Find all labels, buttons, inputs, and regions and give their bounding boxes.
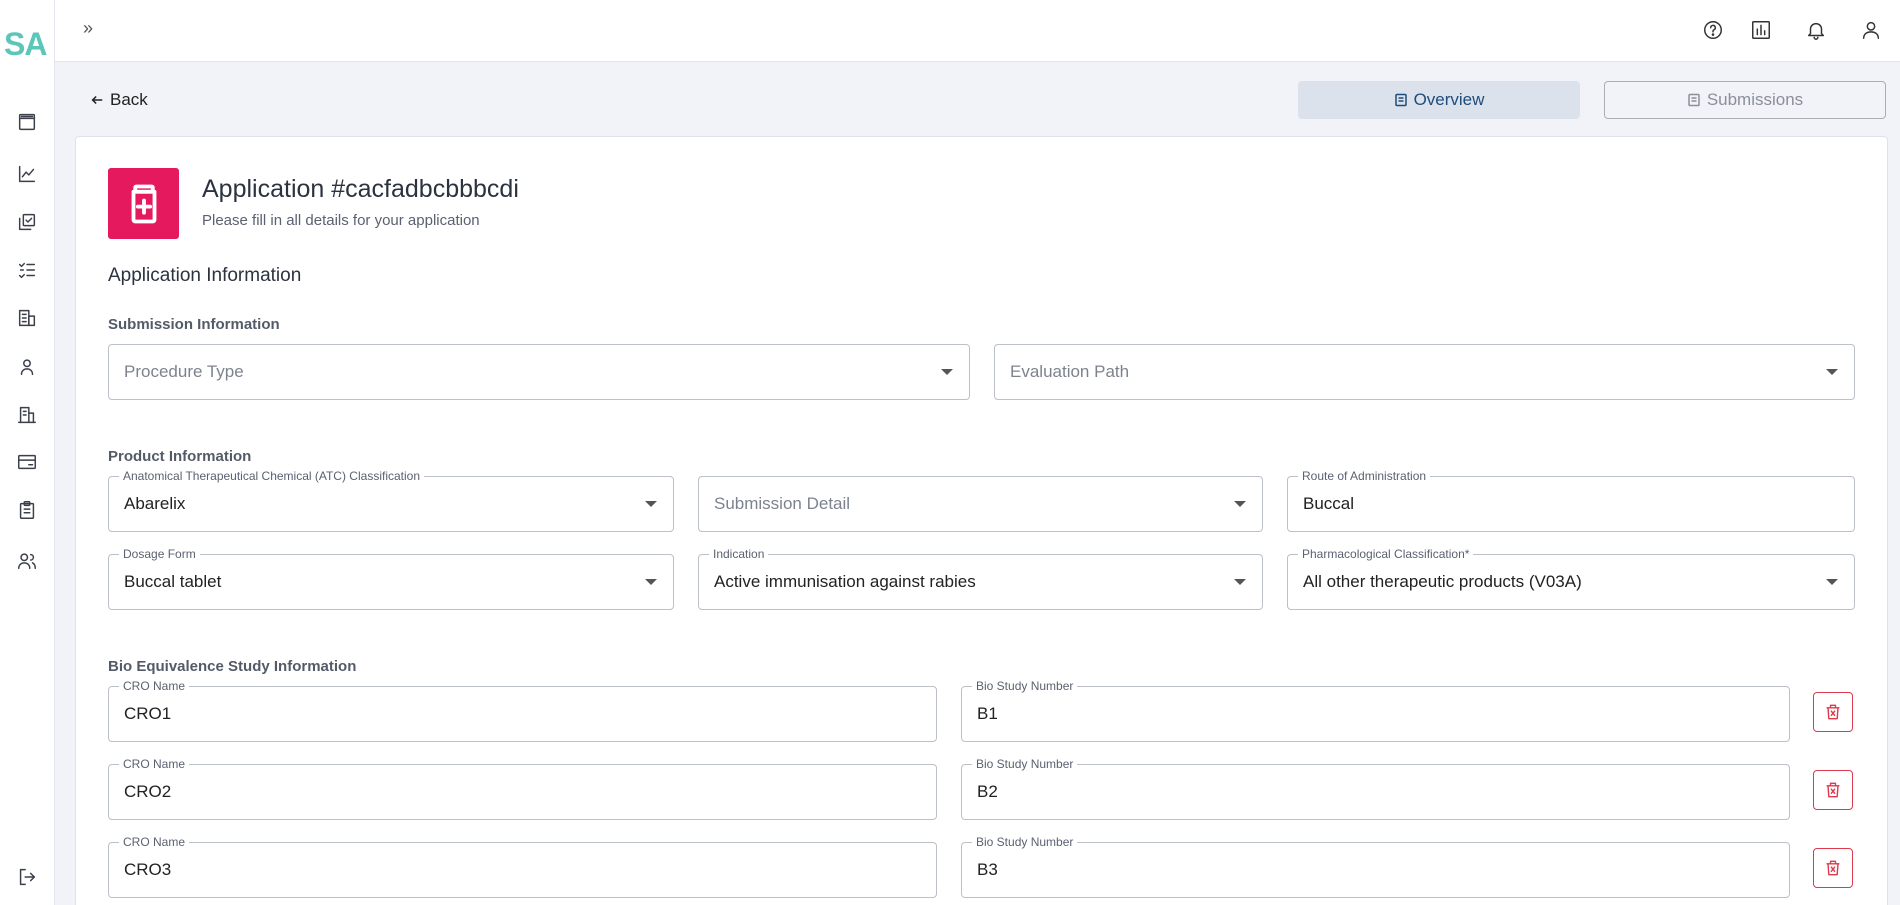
atc-classification-select[interactable]: Anatomical Therapeutical Chemical (ATC) … [108,468,674,532]
chart-line-icon[interactable] [14,161,40,187]
caret-down-icon [1234,501,1246,507]
route-of-administration-field[interactable]: Route of Administration Buccal [1287,468,1855,532]
report-icon[interactable] [1748,17,1774,43]
delete-row-button[interactable] [1813,692,1853,732]
submission-info-label: Submission Information [108,316,280,333]
evaluation-path-placeholder: Evaluation Path [1010,362,1130,381]
procedure-type-select[interactable]: Procedure Type [108,344,970,400]
submission-detail-select[interactable]: Submission Detail [698,476,1263,532]
copy-check-icon[interactable] [14,209,40,235]
users-icon[interactable] [14,548,40,574]
pharmacological-classification-select[interactable]: Pharmacological Classification* All othe… [1287,546,1855,610]
application-card: Application #cacfadbcbbbcdi Please fill … [75,136,1888,905]
caret-down-icon [1826,369,1838,375]
tab-submissions[interactable]: Submissions [1604,81,1886,119]
list-check-icon[interactable] [14,257,40,283]
caret-down-icon [645,579,657,585]
product-info-label: Product Information [108,448,252,465]
delete-row-button[interactable] [1813,848,1853,888]
building-icon[interactable] [14,402,40,428]
section-title: Application Information [108,265,302,286]
book-icon[interactable] [14,109,40,135]
bio-study-number-value: B3 [977,860,998,879]
dosage-form-value: Buccal tablet [124,572,222,591]
bio-study-number-value: B1 [977,704,998,723]
evaluation-path-select[interactable]: Evaluation Path [994,344,1855,400]
pharmacological-classification-value: All other therapeutic products (V03A) [1303,572,1582,591]
cro-name-value: CRO2 [124,782,172,801]
dosage-form-select[interactable]: Dosage Form Buccal tablet [108,546,674,610]
logout-icon[interactable] [14,864,40,890]
bio-study-number-field[interactable]: Bio Study Number B1 [961,678,1790,742]
help-icon[interactable] [1700,17,1726,43]
bell-icon[interactable] [1803,17,1829,43]
caret-down-icon [645,501,657,507]
route-of-administration-value: Buccal [1303,494,1355,513]
back-button[interactable]: Back [90,90,148,110]
document-icon [1394,93,1407,107]
trash-icon [1826,704,1840,720]
delete-row-button[interactable] [1813,770,1853,810]
app-logo[interactable]: SA [4,26,47,63]
user-icon[interactable] [14,354,40,380]
atc-classification-value: Abarelix [124,494,186,513]
bio-study-number-field[interactable]: Bio Study Number B2 [961,756,1790,820]
tab-overview[interactable]: Overview [1298,81,1580,119]
trash-icon [1826,782,1840,798]
account-icon[interactable] [1858,17,1884,43]
page-title: Application #cacfadbcbbbcdi [202,175,519,203]
expand-sidebar-button[interactable]: » [83,18,93,39]
submission-detail-placeholder: Submission Detail [714,494,851,513]
trash-icon [1826,860,1840,876]
cro-name-field[interactable]: CRO Name CRO3 [108,834,937,898]
bio-study-info-label: Bio Equivalence Study Information [108,658,357,675]
caret-down-icon [1234,579,1246,585]
caret-down-icon [1826,579,1838,585]
indication-select[interactable]: Indication Active immunisation against r… [698,546,1263,610]
tab-overview-label: Overview [1413,90,1485,109]
sidebar: SA [0,0,55,905]
procedure-type-placeholder: Procedure Type [124,362,244,381]
page-subtitle: Please fill in all details for your appl… [202,212,480,229]
cro-name-field[interactable]: CRO Name CRO1 [108,678,937,742]
indication-value: Active immunisation against rabies [714,572,976,591]
cro-name-field[interactable]: CRO Name CRO2 [108,756,937,820]
tab-submissions-label: Submissions [1706,90,1804,109]
card-icon[interactable] [14,449,40,475]
caret-down-icon [941,369,953,375]
cro-name-value: CRO1 [124,704,172,723]
medicine-bottle-icon [108,168,179,239]
cro-name-value: CRO3 [124,860,172,879]
clipboard-icon[interactable] [14,497,40,523]
arrow-left-icon [91,95,103,105]
bio-study-number-field[interactable]: Bio Study Number B3 [961,834,1790,898]
bio-study-number-value: B2 [977,782,998,801]
back-label: Back [110,90,148,109]
top-bar: » [55,0,1900,62]
document-icon [1688,93,1700,107]
building-grid-icon[interactable] [14,305,40,331]
